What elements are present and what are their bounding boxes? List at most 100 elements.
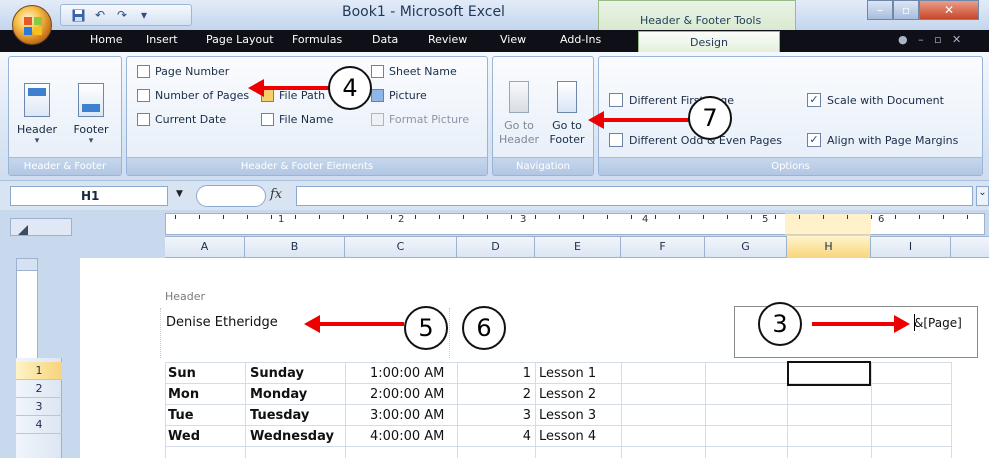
checkbox-checked-icon: ✓: [807, 133, 821, 147]
cell-c2[interactable]: 2:00:00 AM: [370, 387, 444, 402]
grid-line: [165, 404, 951, 405]
cell-b4[interactable]: Wednesday: [250, 429, 334, 444]
cell-c1[interactable]: 1:00:00 AM: [370, 366, 444, 381]
ruler-tick: [799, 215, 800, 219]
insert-function-icon[interactable]: fx: [270, 187, 282, 202]
cell-c4[interactable]: 4:00:00 AM: [370, 429, 444, 444]
picture-button[interactable]: Picture: [371, 89, 427, 102]
cell-e3[interactable]: Lesson 3: [539, 408, 596, 423]
row-header-3[interactable]: 3: [16, 398, 62, 416]
redo-icon[interactable]: ↷: [115, 8, 129, 22]
row-header-1[interactable]: 1: [16, 362, 62, 380]
column-header-c[interactable]: C: [345, 236, 457, 258]
help-and-ribbon-controls[interactable]: ● – ▫ ✕: [898, 33, 961, 46]
row-header-2[interactable]: 2: [16, 380, 62, 398]
cell-b3[interactable]: Tuesday: [250, 408, 309, 423]
column-header-b[interactable]: B: [245, 236, 345, 258]
active-cell-h1[interactable]: [787, 361, 871, 386]
tab-page-layout[interactable]: Page Layout: [206, 33, 274, 46]
cell-a3[interactable]: Tue: [168, 408, 194, 423]
expand-formula-bar-icon[interactable]: ⌄: [976, 186, 989, 206]
ruler-tick: [511, 215, 512, 219]
tab-design[interactable]: Design: [638, 31, 780, 52]
cell-d2[interactable]: 2: [457, 387, 531, 402]
minimize-icon[interactable]: –: [867, 0, 893, 20]
scale-with-document-checkbox[interactable]: ✓ Scale with Document: [807, 93, 944, 107]
cell-a2[interactable]: Mon: [168, 387, 199, 402]
page-number-button[interactable]: Page Number: [137, 65, 229, 78]
tab-review[interactable]: Review: [428, 33, 467, 46]
ruler-tick: [391, 215, 392, 219]
close-icon[interactable]: ✕: [919, 0, 979, 20]
name-box[interactable]: H1: [10, 186, 168, 206]
ruler-number: 5: [762, 214, 769, 225]
number-of-pages-button[interactable]: Number of Pages: [137, 89, 249, 102]
vertical-ruler: [16, 270, 38, 370]
ruler-tick: [487, 215, 488, 219]
cell-b1[interactable]: Sunday: [250, 366, 304, 381]
align-with-margins-checkbox[interactable]: ✓ Align with Page Margins: [807, 133, 958, 147]
grid-line: [535, 362, 536, 458]
office-button[interactable]: [12, 5, 52, 45]
checkbox-icon: [609, 133, 623, 147]
picture-icon: [371, 89, 384, 102]
column-header-f[interactable]: F: [621, 236, 705, 258]
qat-dropdown-icon[interactable]: ▾: [137, 8, 151, 22]
page-number-icon: [137, 65, 150, 78]
cell-a1[interactable]: Sun: [168, 366, 196, 381]
ruler-tick: [223, 215, 224, 219]
group-label: Header & Footer Elements: [127, 157, 487, 175]
sheet-name-button[interactable]: Sheet Name: [371, 65, 457, 78]
cell-a4[interactable]: Wed: [168, 429, 200, 444]
cell-d1[interactable]: 1: [457, 366, 531, 381]
ruler-tick: [535, 215, 536, 219]
tab-home[interactable]: Home: [90, 33, 122, 46]
ruler-tick: [775, 215, 776, 219]
header-button[interactable]: Header ▾: [17, 83, 57, 146]
cell-b2[interactable]: Monday: [250, 387, 307, 402]
undo-icon[interactable]: ↶: [93, 8, 107, 22]
current-date-button[interactable]: Current Date: [137, 113, 226, 126]
column-header-d[interactable]: D: [457, 236, 535, 258]
column-header-h[interactable]: H: [787, 236, 871, 258]
row-header-4[interactable]: 4: [16, 416, 62, 434]
header-right-text[interactable]: &[Page]: [914, 316, 962, 330]
tab-add-ins[interactable]: Add-Ins: [560, 33, 601, 46]
group-label: Navigation: [493, 157, 593, 175]
go-to-footer-button[interactable]: Go to Footer: [547, 81, 587, 147]
formula-input[interactable]: [296, 186, 973, 206]
ruler-tick: [439, 215, 440, 219]
cell-e2[interactable]: Lesson 2: [539, 387, 596, 402]
column-header-e[interactable]: E: [535, 236, 621, 258]
callout-arrow-5: [304, 315, 404, 333]
tab-insert[interactable]: Insert: [146, 33, 178, 46]
ruler-tick: [175, 215, 176, 219]
grid-line: [245, 362, 246, 458]
tab-formulas[interactable]: Formulas: [292, 33, 342, 46]
chevron-down-icon[interactable]: ▼: [176, 189, 183, 199]
cell-c3[interactable]: 3:00:00 AM: [370, 408, 444, 423]
column-header-a[interactable]: A: [165, 236, 245, 258]
group-label: Header & Footer: [9, 157, 121, 175]
footer-button[interactable]: Footer ▾: [71, 83, 111, 146]
cell-e4[interactable]: Lesson 4: [539, 429, 596, 444]
cell-d4[interactable]: 4: [457, 429, 531, 444]
column-header-i[interactable]: I: [871, 236, 951, 258]
ruler-tick: [559, 215, 560, 219]
file-name-button[interactable]: File Name: [261, 113, 333, 126]
tab-view[interactable]: View: [500, 33, 526, 46]
ruler-tick: [679, 215, 680, 219]
ruler-tick: [199, 215, 200, 219]
ruler-number: 2: [398, 214, 405, 225]
quick-access-toolbar: ↶ ↷ ▾: [60, 4, 192, 26]
cell-d3[interactable]: 3: [457, 408, 531, 423]
select-all-triangle-icon: [18, 225, 28, 235]
header-left-text[interactable]: Denise Etheridge: [166, 315, 278, 330]
restore-icon[interactable]: ▫: [893, 0, 919, 20]
ruler-tick: [271, 215, 272, 219]
cell-e1[interactable]: Lesson 1: [539, 366, 596, 381]
save-icon[interactable]: [71, 8, 85, 22]
column-header-g[interactable]: G: [705, 236, 787, 258]
tab-data[interactable]: Data: [372, 33, 398, 46]
group-header-footer: Header ▾ Footer ▾ Header & Footer: [8, 56, 122, 176]
